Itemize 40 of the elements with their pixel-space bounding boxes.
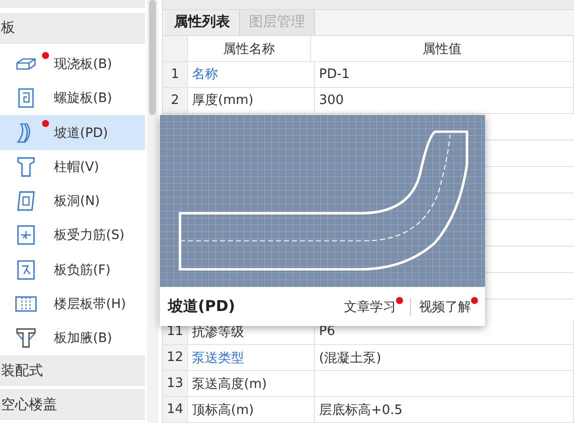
component-icon [14, 56, 38, 71]
group-label: 板 [1, 19, 15, 38]
component-item[interactable]: 板洞(N) [0, 184, 145, 218]
column-header: 属性值 [311, 36, 574, 62]
property-name: 顶标高(m) [188, 397, 315, 422]
popup-title: 坡道(PD) [168, 297, 236, 316]
property-name: 泵送高度(m) [188, 371, 315, 396]
component-item[interactable]: 楼层板带(H) [0, 286, 145, 322]
popup-link[interactable]: 视频了解 [419, 298, 477, 316]
row-number: 1 [163, 62, 188, 87]
component-item[interactable]: 现浇板(B) [0, 46, 145, 82]
column-header: 属性名称 [188, 36, 311, 62]
row-number: 12 [163, 345, 188, 370]
component-item[interactable]: 坡道(PD) [0, 115, 145, 150]
panel-tab[interactable]: 属性列表 [165, 10, 240, 36]
group-label: 空心楼盖 [1, 396, 57, 414]
component-item[interactable]: 螺旋板(B) [0, 81, 145, 116]
group-header[interactable]: 装配式 [0, 355, 145, 386]
group-label: 装配式 [1, 362, 43, 380]
popup-link[interactable]: 文章学习 [344, 298, 402, 316]
property-value: PD-1 [315, 62, 574, 87]
property-name: 厚度(mm) [188, 88, 315, 113]
scrollbar-thumb[interactable] [149, 0, 156, 115]
component-icon [14, 294, 38, 313]
property-value: (混凝土泵) [315, 345, 574, 370]
property-value: 300 [315, 88, 574, 113]
property-value: 层底标高+0.5 [315, 397, 574, 422]
property-link[interactable]: 名称 [188, 62, 315, 87]
component-item[interactable]: 柱帽(V) [0, 150, 145, 184]
row-number: 14 [163, 397, 188, 422]
component-item[interactable]: 板受力筋(S) [0, 218, 145, 253]
group-header[interactable]: 空心楼盖 [0, 389, 145, 420]
property-link[interactable]: 泵送类型 [188, 345, 315, 370]
component-icon [14, 327, 38, 350]
component-item[interactable]: 板负筋(F) [0, 252, 145, 287]
group-header[interactable]: 板 [0, 12, 145, 44]
row-number: 13 [163, 371, 188, 396]
scrollbar[interactable] [147, 0, 158, 423]
component-item[interactable]: 板加腋(B) [0, 321, 145, 356]
row-number: 2 [163, 88, 188, 113]
